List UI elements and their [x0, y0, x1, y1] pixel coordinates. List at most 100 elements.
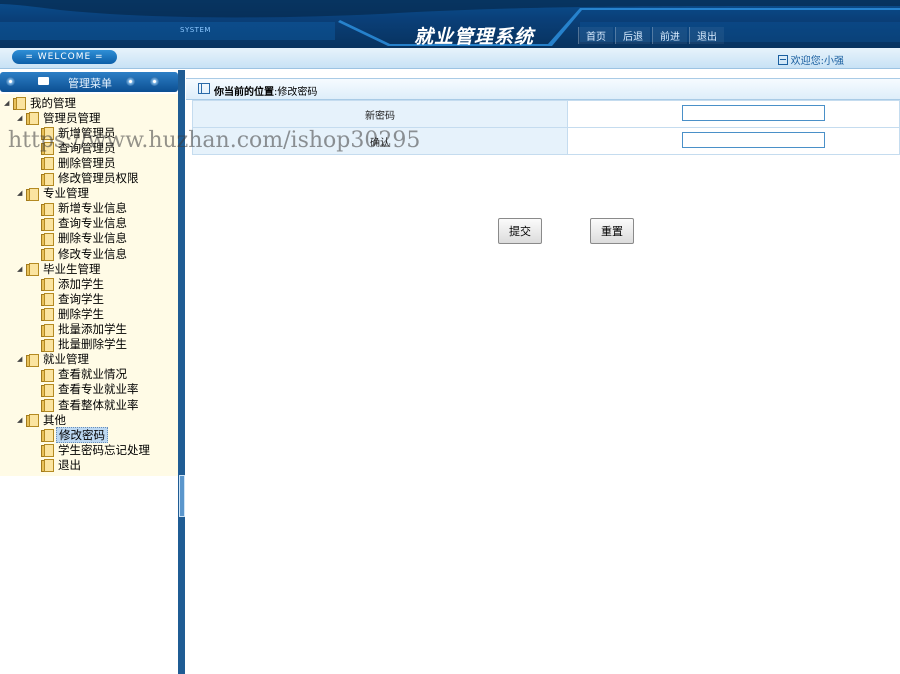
menu-item-label: 修改专业信息 [58, 246, 127, 261]
folder-icon [41, 338, 54, 352]
menu-item[interactable]: 修改管理员权限 [32, 171, 141, 186]
folder-icon [41, 293, 54, 307]
nav-logout-link[interactable]: 退出 [689, 27, 724, 44]
menu-item-label: 就业管理 [43, 352, 89, 367]
folder-icon [26, 353, 39, 367]
folder-icon [13, 97, 26, 110]
menu-dot-icon [150, 77, 159, 86]
new-password-label: 新密码 [192, 100, 568, 128]
breadcrumb-prefix: 你当前的位置 [214, 87, 274, 98]
folder-icon [26, 414, 39, 428]
sidebar: 管理菜单 ◢ 我的管理 ◢ 管理员管理 新增管理员 查询管理员 删除管理员 修改管理员权限 ◢ 专… [0, 70, 178, 674]
folder-icon [41, 368, 54, 382]
system-tag: SYSTEM [180, 26, 211, 34]
menu-item[interactable]: 添加学生 [32, 276, 106, 292]
breadcrumb: 你当前的位置:修改密码 [186, 78, 900, 100]
menu-item-label: 批量删除学生 [58, 337, 127, 352]
menu-item[interactable]: 删除管理员 [32, 155, 118, 171]
expand-toggle-icon[interactable]: ◢ [17, 416, 25, 424]
menu-dot-icon [126, 77, 135, 86]
folder-icon [41, 157, 54, 171]
folder-icon [41, 429, 54, 443]
folder-icon [41, 172, 54, 186]
nav-forward-link[interactable]: 前进 [652, 27, 687, 44]
menu-item[interactable]: 新增专业信息 [32, 201, 129, 216]
expand-toggle-icon[interactable]: ◢ [17, 265, 25, 273]
menu-item-label: 批量添加学生 [58, 322, 127, 336]
menu-item[interactable]: 学生密码忘记处理 [32, 442, 152, 458]
folder-icon [41, 248, 54, 261]
menu-group[interactable]: ◢ 我的管理 [4, 95, 78, 110]
menu-title: 管理菜单 [68, 77, 112, 90]
menu-item[interactable]: 查询专业信息 [32, 216, 129, 231]
menu-group[interactable]: ◢ 其他 [17, 412, 68, 428]
folder-icon [41, 278, 54, 292]
menu-item[interactable]: 删除专业信息 [32, 231, 129, 246]
expand-toggle-icon[interactable]: ◢ [17, 189, 25, 197]
menu-header: 管理菜单 [0, 72, 178, 92]
folder-icon [41, 399, 54, 412]
menu-item-label: 其他 [43, 412, 66, 427]
menu-group[interactable]: ◢ 毕业生管理 [17, 261, 103, 277]
new-password-input[interactable] [682, 105, 825, 121]
nav-home-link[interactable]: 首页 [578, 27, 613, 44]
app-title: 就业管理系统 [414, 26, 535, 48]
menu-group[interactable]: ◢ 专业管理 [17, 186, 91, 201]
menu-item-label: 添加学生 [58, 276, 104, 291]
menu-item-label: 删除专业信息 [58, 231, 127, 246]
menu-item[interactable]: 批量添加学生 [32, 322, 129, 337]
submit-button[interactable]: 提交 [498, 218, 542, 244]
menu-item-label: 查询学生 [58, 291, 104, 306]
menu-item[interactable]: 修改密码 [32, 426, 108, 443]
nav-back-link[interactable]: 后退 [615, 27, 650, 44]
menu-item-label: 修改管理员权限 [58, 171, 139, 185]
menu-item-label: 查看专业就业率 [58, 382, 139, 397]
menu-item-label: 我的管理 [30, 95, 76, 110]
breadcrumb-text: 你当前的位置:修改密码 [214, 83, 317, 98]
folder-icon [26, 263, 39, 277]
expand-toggle-icon[interactable]: ◢ [17, 355, 25, 363]
folder-icon [41, 232, 54, 246]
menu-item-label: 退出 [58, 457, 81, 472]
breadcrumb-page: :修改密码 [274, 87, 318, 98]
location-icon [198, 83, 210, 94]
greeting-text: 欢迎您:小强 [790, 56, 844, 67]
menu-item-label: 新增专业信息 [58, 201, 127, 216]
menu-item[interactable]: 批量删除学生 [32, 337, 129, 352]
user-icon [777, 54, 788, 65]
menu-item-label: 查看整体就业率 [58, 397, 139, 412]
menu-item-label: 修改密码 [56, 426, 108, 443]
sidebar-splitter[interactable] [178, 70, 185, 674]
menu-item-label: 查询专业信息 [58, 216, 127, 231]
welcome-badge: = WELCOME = [12, 50, 117, 64]
folder-icon [41, 459, 54, 473]
menu-item[interactable]: 查看专业就业率 [32, 382, 141, 397]
form-row: 新密码 [192, 100, 900, 128]
top-nav: 首页 后退 前进 退出 [578, 27, 724, 44]
app-header: SYSTEM 就业管理系统 首页 后退 前进 退出 [0, 0, 900, 48]
folder-icon [41, 308, 54, 322]
user-greeting: 欢迎您:小强 [777, 52, 844, 67]
menu-item[interactable]: 退出 [32, 457, 83, 473]
menu-item-label: 管理员管理 [43, 110, 101, 125]
menu-item[interactable]: 删除学生 [32, 306, 106, 322]
expand-toggle-icon[interactable]: ◢ [17, 114, 25, 122]
folder-icon [26, 112, 39, 126]
reset-button[interactable]: 重置 [590, 218, 634, 244]
menu-group[interactable]: ◢ 管理员管理 [17, 110, 103, 126]
menu-item[interactable]: 查看整体就业率 [32, 397, 141, 412]
watermark: https://www.huzhan.com/ishop30295 [8, 128, 421, 153]
folder-icon [41, 202, 54, 216]
menu-item[interactable]: 查询学生 [32, 291, 106, 307]
menu-item-label: 删除学生 [58, 306, 104, 321]
menu-item[interactable]: 修改专业信息 [32, 246, 129, 261]
expand-toggle-icon[interactable]: ◢ [4, 99, 12, 107]
splitter-handle[interactable] [179, 475, 185, 517]
menu-item[interactable]: 查看就业情况 [32, 367, 129, 382]
main-content: 你当前的位置:修改密码 新密码 确认 提交 重置 [186, 70, 900, 674]
menu-dot-icon [6, 77, 15, 86]
menu-group[interactable]: ◢ 就业管理 [17, 352, 91, 367]
menu-item-label: 学生密码忘记处理 [58, 442, 150, 457]
folder-icon [41, 383, 54, 397]
confirm-password-input[interactable] [682, 132, 825, 148]
